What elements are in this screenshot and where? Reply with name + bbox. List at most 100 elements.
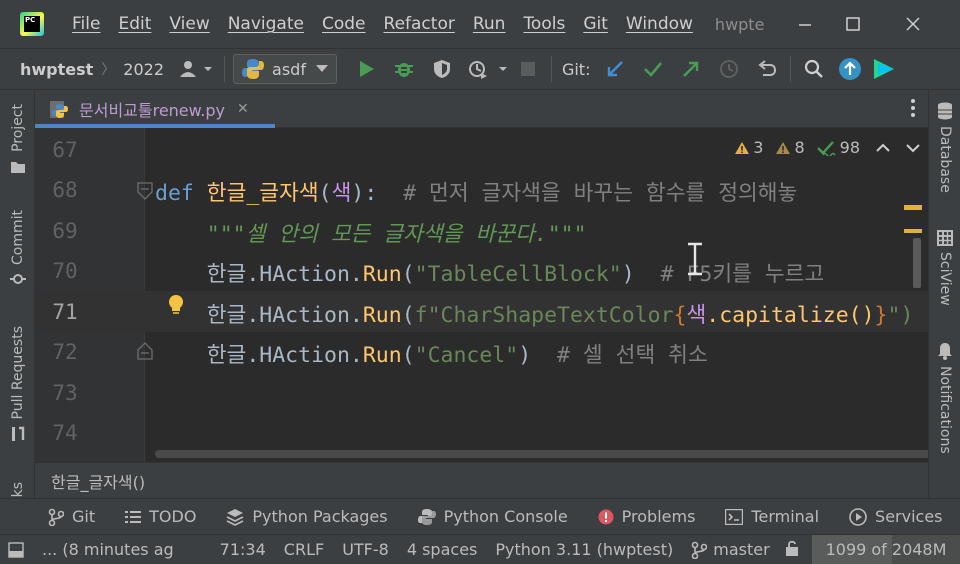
line-separator[interactable]: CRLF bbox=[284, 540, 324, 559]
user-menu-button[interactable] bbox=[176, 54, 216, 84]
database-icon bbox=[938, 102, 952, 120]
profile-button[interactable] bbox=[465, 54, 513, 84]
bookmarks-tool-label: ks bbox=[9, 482, 26, 498]
menu-run[interactable]: Run bbox=[473, 14, 506, 34]
ide-update-button[interactable] bbox=[835, 54, 865, 84]
run-config-selector[interactable]: asdf bbox=[233, 54, 337, 84]
coverage-button[interactable] bbox=[427, 54, 457, 84]
line-number: 68 bbox=[52, 178, 78, 202]
menu-git[interactable]: Git bbox=[583, 14, 608, 34]
status-toggle-button[interactable] bbox=[8, 542, 24, 562]
git-update-button[interactable] bbox=[600, 54, 630, 84]
menu-edit[interactable]: Edit bbox=[118, 14, 151, 34]
python-interpreter[interactable]: Python 3.11 (hwptest) bbox=[495, 540, 673, 559]
code-breadcrumb[interactable]: 한글_글자색() bbox=[51, 469, 145, 493]
menu-tools[interactable]: Tools bbox=[523, 14, 565, 34]
bookmarks-tool-button[interactable]: ks bbox=[0, 482, 35, 497]
menu-file[interactable]: File bbox=[72, 14, 100, 34]
toolbox-button[interactable] bbox=[869, 54, 899, 84]
window-title: hwpte bbox=[714, 14, 765, 34]
warnings-count[interactable]: 3 bbox=[734, 138, 763, 157]
layers-icon bbox=[227, 508, 244, 526]
tool-services-label: Services bbox=[875, 507, 943, 526]
menu-view[interactable]: View bbox=[169, 14, 209, 34]
close-window-button[interactable] bbox=[898, 10, 928, 38]
tool-python-packages-label: Python Packages bbox=[252, 507, 388, 526]
object: 한글 bbox=[206, 303, 247, 328]
horizontal-scrollbar[interactable] bbox=[155, 450, 928, 458]
close-tab-icon[interactable]: ✕ bbox=[237, 101, 249, 117]
typos-count-value: 98 bbox=[839, 138, 860, 157]
fstring-brace: } bbox=[874, 303, 888, 328]
fstring-end: ") bbox=[887, 303, 914, 328]
notifications-tool-button[interactable]: Notifications bbox=[929, 342, 960, 454]
function-name: 한글_글자색 bbox=[206, 181, 319, 206]
fold-close-icon[interactable] bbox=[137, 342, 153, 360]
debug-button[interactable] bbox=[389, 54, 419, 84]
status-message[interactable]: ... (8 minutes ag bbox=[42, 540, 174, 559]
indent-setting[interactable]: 4 spaces bbox=[407, 540, 478, 559]
git-history-button[interactable] bbox=[714, 54, 744, 84]
sciview-tool-button[interactable]: SciView bbox=[929, 230, 960, 306]
comment: # 먼저 글자색을 바꾸는 함수를 정의해놓 bbox=[403, 181, 798, 206]
menu-navigate[interactable]: Navigate bbox=[228, 14, 304, 34]
warning-marker bbox=[904, 229, 922, 233]
parameter: 색 bbox=[331, 181, 352, 206]
services-icon bbox=[849, 507, 867, 526]
database-tool-button[interactable]: Database bbox=[929, 102, 960, 193]
method: Run bbox=[362, 343, 402, 368]
tool-services[interactable]: Services bbox=[849, 507, 943, 526]
git-push-button[interactable] bbox=[676, 54, 706, 84]
string: "TableCellBlock" bbox=[414, 262, 622, 287]
commit-icon bbox=[9, 274, 26, 284]
menu-code[interactable]: Code bbox=[322, 14, 366, 34]
breadcrumb-project[interactable]: hwptest bbox=[20, 60, 93, 79]
vertical-scrollbar[interactable] bbox=[913, 238, 921, 288]
inspection-widget[interactable]: 3 8 98 bbox=[734, 138, 920, 157]
minimize-button[interactable] bbox=[790, 10, 820, 38]
code-editor[interactable]: 67 68 69 70 71 72 73 74 3 8 98 def 한글_글자… bbox=[35, 128, 928, 462]
tab-file[interactable]: 문서비교툴renew.py ✕ bbox=[35, 90, 275, 128]
toolbar-divider bbox=[224, 56, 226, 82]
caret-position[interactable]: 71:34 bbox=[220, 540, 266, 559]
folder-icon bbox=[10, 161, 25, 173]
tool-terminal[interactable]: Terminal bbox=[725, 507, 819, 526]
search-everywhere-button[interactable] bbox=[799, 54, 829, 84]
tool-python-console[interactable]: Python Console bbox=[417, 507, 568, 526]
breadcrumb-folder[interactable]: 2022 bbox=[123, 60, 164, 79]
fold-open-icon[interactable] bbox=[137, 182, 153, 200]
memory-indicator[interactable]: 1099 of 2048M bbox=[812, 535, 960, 564]
menu-refactor[interactable]: Refactor bbox=[384, 14, 455, 34]
navigation-toolbar: hwptest 〉 2022 asdf Git: bbox=[0, 48, 960, 90]
tool-python-packages[interactable]: Python Packages bbox=[226, 507, 388, 526]
line-number: 67 bbox=[52, 138, 78, 162]
chevron-up-icon[interactable] bbox=[876, 143, 890, 153]
attribute: .HAction. bbox=[246, 262, 363, 287]
pycharm-logo-icon[interactable]: PC bbox=[20, 12, 44, 36]
pull-requests-tool-button[interactable]: Pull Requests bbox=[0, 326, 35, 443]
tab-options-button[interactable] bbox=[910, 98, 916, 122]
git-commit-button[interactable] bbox=[638, 54, 668, 84]
maximize-button[interactable] bbox=[838, 10, 868, 38]
tool-problems[interactable]: Problems bbox=[598, 507, 695, 526]
file-encoding[interactable]: UTF-8 bbox=[342, 540, 389, 559]
weak-warnings-count[interactable]: 8 bbox=[775, 138, 805, 157]
run-button[interactable] bbox=[351, 54, 381, 84]
commit-tool-button[interactable]: Commit bbox=[0, 210, 35, 287]
toolbar-divider bbox=[550, 56, 552, 82]
rollback-button[interactable] bbox=[752, 54, 782, 84]
typos-count[interactable]: 98 bbox=[816, 138, 860, 157]
git-branch-widget[interactable]: master bbox=[691, 540, 770, 559]
readonly-toggle[interactable] bbox=[784, 539, 800, 561]
terminal-icon bbox=[725, 508, 744, 525]
warnings-count-value: 3 bbox=[753, 138, 764, 157]
tool-todo[interactable]: TODO bbox=[125, 507, 196, 526]
stop-button[interactable] bbox=[513, 54, 543, 84]
bell-icon bbox=[938, 343, 952, 360]
chevron-down-icon[interactable] bbox=[906, 143, 920, 153]
menu-window[interactable]: Window bbox=[626, 14, 693, 34]
project-tool-button[interactable]: Project bbox=[0, 104, 35, 174]
branch-name: master bbox=[713, 540, 770, 559]
tool-git[interactable]: Git bbox=[48, 507, 95, 526]
unlock-icon bbox=[785, 540, 798, 556]
